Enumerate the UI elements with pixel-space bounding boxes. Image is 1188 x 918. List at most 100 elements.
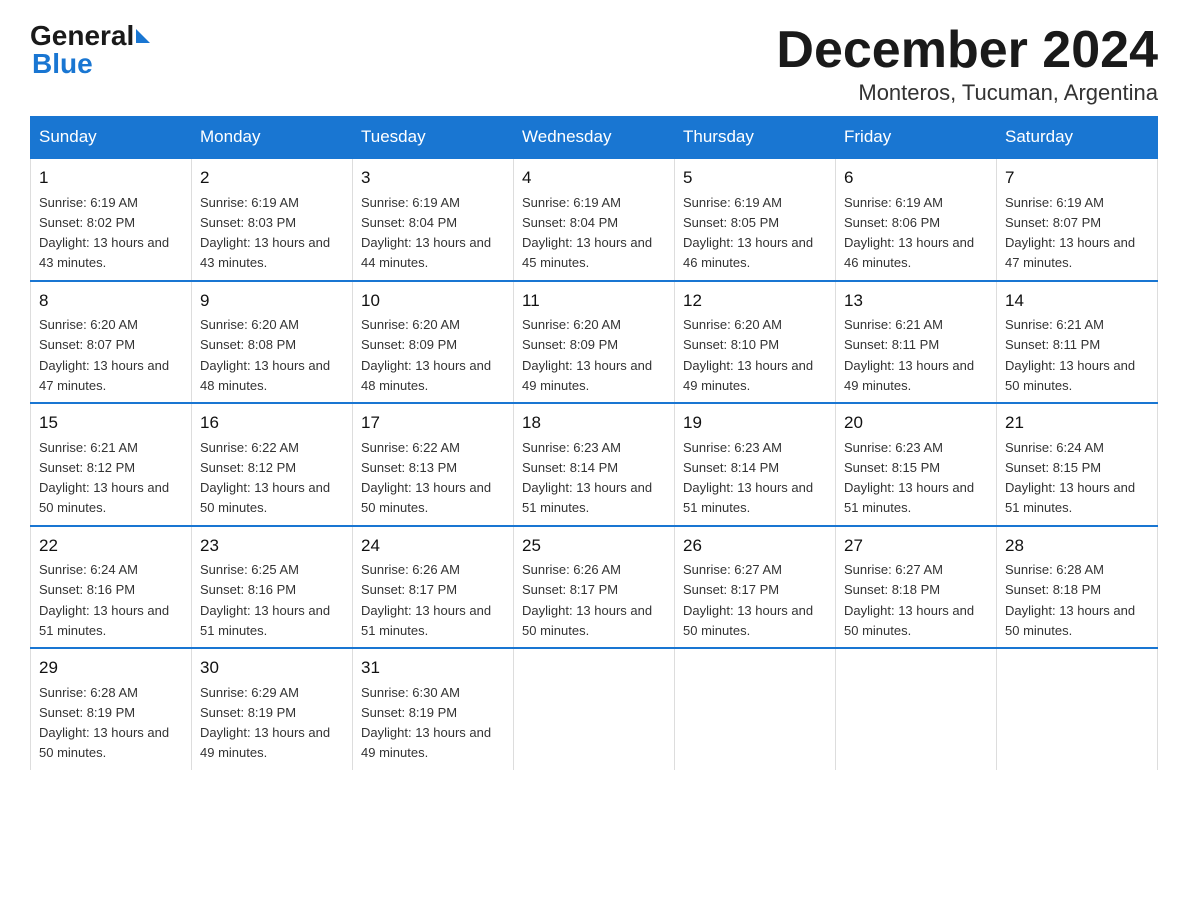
- sun-info: Sunrise: 6:24 AMSunset: 8:15 PMDaylight:…: [1005, 440, 1135, 516]
- day-number: 16: [200, 410, 344, 436]
- table-row: 3 Sunrise: 6:19 AMSunset: 8:04 PMDayligh…: [353, 158, 514, 281]
- day-number: 5: [683, 165, 827, 191]
- calendar-week-row: 8 Sunrise: 6:20 AMSunset: 8:07 PMDayligh…: [31, 281, 1158, 404]
- table-row: 4 Sunrise: 6:19 AMSunset: 8:04 PMDayligh…: [514, 158, 675, 281]
- day-number: 23: [200, 533, 344, 559]
- sun-info: Sunrise: 6:19 AMSunset: 8:04 PMDaylight:…: [361, 195, 491, 271]
- sun-info: Sunrise: 6:23 AMSunset: 8:14 PMDaylight:…: [522, 440, 652, 516]
- day-number: 6: [844, 165, 988, 191]
- day-number: 15: [39, 410, 183, 436]
- sun-info: Sunrise: 6:19 AMSunset: 8:04 PMDaylight:…: [522, 195, 652, 271]
- table-row: 29 Sunrise: 6:28 AMSunset: 8:19 PMDaylig…: [31, 648, 192, 770]
- table-row: 7 Sunrise: 6:19 AMSunset: 8:07 PMDayligh…: [997, 158, 1158, 281]
- day-number: 24: [361, 533, 505, 559]
- month-title: December 2024: [776, 20, 1158, 80]
- table-row: 25 Sunrise: 6:26 AMSunset: 8:17 PMDaylig…: [514, 526, 675, 649]
- day-number: 9: [200, 288, 344, 314]
- logo-blue-text: Blue: [32, 48, 93, 79]
- day-number: 14: [1005, 288, 1149, 314]
- sun-info: Sunrise: 6:27 AMSunset: 8:18 PMDaylight:…: [844, 562, 974, 638]
- day-number: 13: [844, 288, 988, 314]
- sun-info: Sunrise: 6:19 AMSunset: 8:06 PMDaylight:…: [844, 195, 974, 271]
- sun-info: Sunrise: 6:19 AMSunset: 8:07 PMDaylight:…: [1005, 195, 1135, 271]
- table-row: 18 Sunrise: 6:23 AMSunset: 8:14 PMDaylig…: [514, 403, 675, 526]
- col-saturday: Saturday: [997, 117, 1158, 159]
- table-row: [997, 648, 1158, 770]
- table-row: 9 Sunrise: 6:20 AMSunset: 8:08 PMDayligh…: [192, 281, 353, 404]
- sun-info: Sunrise: 6:29 AMSunset: 8:19 PMDaylight:…: [200, 685, 330, 761]
- col-monday: Monday: [192, 117, 353, 159]
- sun-info: Sunrise: 6:21 AMSunset: 8:11 PMDaylight:…: [1005, 317, 1135, 393]
- sun-info: Sunrise: 6:20 AMSunset: 8:07 PMDaylight:…: [39, 317, 169, 393]
- sun-info: Sunrise: 6:19 AMSunset: 8:03 PMDaylight:…: [200, 195, 330, 271]
- sun-info: Sunrise: 6:22 AMSunset: 8:13 PMDaylight:…: [361, 440, 491, 516]
- table-row: 17 Sunrise: 6:22 AMSunset: 8:13 PMDaylig…: [353, 403, 514, 526]
- table-row: 15 Sunrise: 6:21 AMSunset: 8:12 PMDaylig…: [31, 403, 192, 526]
- calendar-week-row: 29 Sunrise: 6:28 AMSunset: 8:19 PMDaylig…: [31, 648, 1158, 770]
- sun-info: Sunrise: 6:27 AMSunset: 8:17 PMDaylight:…: [683, 562, 813, 638]
- col-wednesday: Wednesday: [514, 117, 675, 159]
- calendar-week-row: 22 Sunrise: 6:24 AMSunset: 8:16 PMDaylig…: [31, 526, 1158, 649]
- col-thursday: Thursday: [675, 117, 836, 159]
- table-row: 10 Sunrise: 6:20 AMSunset: 8:09 PMDaylig…: [353, 281, 514, 404]
- day-number: 12: [683, 288, 827, 314]
- table-row: 30 Sunrise: 6:29 AMSunset: 8:19 PMDaylig…: [192, 648, 353, 770]
- col-friday: Friday: [836, 117, 997, 159]
- table-row: 22 Sunrise: 6:24 AMSunset: 8:16 PMDaylig…: [31, 526, 192, 649]
- sun-info: Sunrise: 6:25 AMSunset: 8:16 PMDaylight:…: [200, 562, 330, 638]
- table-row: 24 Sunrise: 6:26 AMSunset: 8:17 PMDaylig…: [353, 526, 514, 649]
- table-row: 26 Sunrise: 6:27 AMSunset: 8:17 PMDaylig…: [675, 526, 836, 649]
- calendar-header-row: Sunday Monday Tuesday Wednesday Thursday…: [31, 117, 1158, 159]
- day-number: 3: [361, 165, 505, 191]
- sun-info: Sunrise: 6:20 AMSunset: 8:09 PMDaylight:…: [522, 317, 652, 393]
- table-row: [514, 648, 675, 770]
- table-row: 11 Sunrise: 6:20 AMSunset: 8:09 PMDaylig…: [514, 281, 675, 404]
- day-number: 10: [361, 288, 505, 314]
- sun-info: Sunrise: 6:22 AMSunset: 8:12 PMDaylight:…: [200, 440, 330, 516]
- table-row: 21 Sunrise: 6:24 AMSunset: 8:15 PMDaylig…: [997, 403, 1158, 526]
- table-row: 31 Sunrise: 6:30 AMSunset: 8:19 PMDaylig…: [353, 648, 514, 770]
- calendar-table: Sunday Monday Tuesday Wednesday Thursday…: [30, 116, 1158, 770]
- sun-info: Sunrise: 6:20 AMSunset: 8:10 PMDaylight:…: [683, 317, 813, 393]
- sun-info: Sunrise: 6:21 AMSunset: 8:11 PMDaylight:…: [844, 317, 974, 393]
- sun-info: Sunrise: 6:23 AMSunset: 8:15 PMDaylight:…: [844, 440, 974, 516]
- day-number: 2: [200, 165, 344, 191]
- sun-info: Sunrise: 6:26 AMSunset: 8:17 PMDaylight:…: [361, 562, 491, 638]
- table-row: 13 Sunrise: 6:21 AMSunset: 8:11 PMDaylig…: [836, 281, 997, 404]
- page-header: General Blue December 2024 Monteros, Tuc…: [30, 20, 1158, 106]
- sun-info: Sunrise: 6:23 AMSunset: 8:14 PMDaylight:…: [683, 440, 813, 516]
- table-row: 12 Sunrise: 6:20 AMSunset: 8:10 PMDaylig…: [675, 281, 836, 404]
- day-number: 21: [1005, 410, 1149, 436]
- day-number: 27: [844, 533, 988, 559]
- table-row: 14 Sunrise: 6:21 AMSunset: 8:11 PMDaylig…: [997, 281, 1158, 404]
- sun-info: Sunrise: 6:20 AMSunset: 8:08 PMDaylight:…: [200, 317, 330, 393]
- table-row: 23 Sunrise: 6:25 AMSunset: 8:16 PMDaylig…: [192, 526, 353, 649]
- table-row: 2 Sunrise: 6:19 AMSunset: 8:03 PMDayligh…: [192, 158, 353, 281]
- day-number: 26: [683, 533, 827, 559]
- table-row: 28 Sunrise: 6:28 AMSunset: 8:18 PMDaylig…: [997, 526, 1158, 649]
- logo-arrow-icon: [136, 29, 150, 43]
- sun-info: Sunrise: 6:26 AMSunset: 8:17 PMDaylight:…: [522, 562, 652, 638]
- table-row: 20 Sunrise: 6:23 AMSunset: 8:15 PMDaylig…: [836, 403, 997, 526]
- sun-info: Sunrise: 6:28 AMSunset: 8:18 PMDaylight:…: [1005, 562, 1135, 638]
- table-row: 6 Sunrise: 6:19 AMSunset: 8:06 PMDayligh…: [836, 158, 997, 281]
- calendar-week-row: 15 Sunrise: 6:21 AMSunset: 8:12 PMDaylig…: [31, 403, 1158, 526]
- table-row: 27 Sunrise: 6:27 AMSunset: 8:18 PMDaylig…: [836, 526, 997, 649]
- day-number: 17: [361, 410, 505, 436]
- day-number: 19: [683, 410, 827, 436]
- title-section: December 2024 Monteros, Tucuman, Argenti…: [776, 20, 1158, 106]
- table-row: 1 Sunrise: 6:19 AMSunset: 8:02 PMDayligh…: [31, 158, 192, 281]
- sun-info: Sunrise: 6:24 AMSunset: 8:16 PMDaylight:…: [39, 562, 169, 638]
- col-sunday: Sunday: [31, 117, 192, 159]
- day-number: 30: [200, 655, 344, 681]
- sun-info: Sunrise: 6:28 AMSunset: 8:19 PMDaylight:…: [39, 685, 169, 761]
- col-tuesday: Tuesday: [353, 117, 514, 159]
- sun-info: Sunrise: 6:20 AMSunset: 8:09 PMDaylight:…: [361, 317, 491, 393]
- table-row: 5 Sunrise: 6:19 AMSunset: 8:05 PMDayligh…: [675, 158, 836, 281]
- day-number: 7: [1005, 165, 1149, 191]
- day-number: 1: [39, 165, 183, 191]
- day-number: 18: [522, 410, 666, 436]
- sun-info: Sunrise: 6:30 AMSunset: 8:19 PMDaylight:…: [361, 685, 491, 761]
- day-number: 25: [522, 533, 666, 559]
- sun-info: Sunrise: 6:19 AMSunset: 8:05 PMDaylight:…: [683, 195, 813, 271]
